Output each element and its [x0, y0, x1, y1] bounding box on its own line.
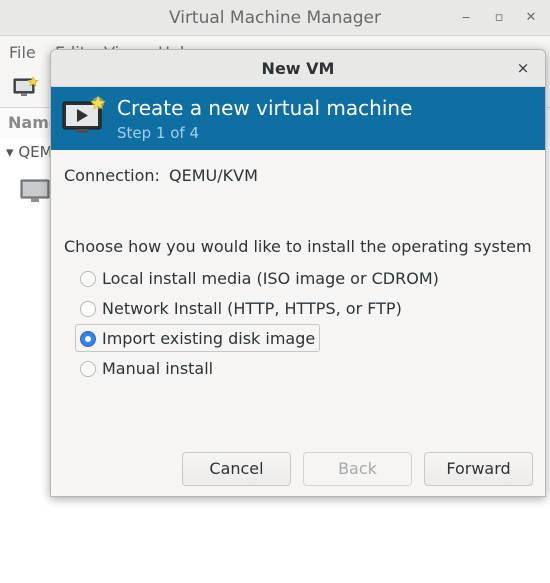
minimize-icon[interactable]: ‒ — [456, 8, 476, 28]
radio-label: Local install media (ISO image or CDROM) — [102, 269, 439, 288]
radio-label: Manual install — [102, 359, 214, 378]
cancel-button[interactable]: Cancel — [182, 452, 291, 486]
radio-local-install-media[interactable]: Local install media (ISO image or CDROM) — [75, 264, 444, 292]
radio-label: Import existing disk image — [102, 329, 316, 348]
install-method-prompt: Choose how you would like to install the… — [64, 237, 532, 256]
radio-button[interactable] — [80, 360, 96, 377]
connection-info: Connection: QEMU/KVM — [64, 166, 258, 185]
close-icon[interactable]: ✕ — [521, 8, 541, 28]
dialog-title: New VM — [261, 59, 335, 78]
new-vm-icon[interactable] — [13, 76, 39, 98]
dialog-titlebar: New VM × — [51, 50, 545, 87]
vm-monitor-icon — [20, 179, 50, 202]
radio-label: Network Install (HTTP, HTTPS, or FTP) — [102, 299, 402, 318]
connection-label: Connection: — [64, 166, 160, 185]
close-icon[interactable]: × — [513, 58, 533, 78]
radio-network-install[interactable]: Network Install (HTTP, HTTPS, or FTP) — [75, 294, 407, 322]
menu-file[interactable]: File — [9, 43, 36, 62]
back-button[interactable]: Back — [303, 452, 412, 486]
radio-import-disk-image[interactable]: Import existing disk image — [75, 324, 321, 352]
new-vm-banner-icon — [62, 95, 106, 133]
connection-value: QEMU/KVM — [169, 166, 258, 185]
main-window-titlebar: Virtual Machine Manager ‒ ▫ ✕ — [0, 0, 550, 36]
radio-button-selected[interactable] — [80, 330, 96, 347]
new-vm-dialog: New VM × Create a new virtual machine St… — [50, 49, 546, 497]
radio-button[interactable] — [80, 300, 96, 317]
banner-title: Create a new virtual machine — [117, 96, 413, 120]
maximize-icon[interactable]: ▫ — [489, 8, 509, 28]
banner-step: Step 1 of 4 — [117, 124, 200, 142]
radio-button[interactable] — [80, 270, 96, 287]
radio-manual-install[interactable]: Manual install — [75, 354, 218, 382]
forward-button[interactable]: Forward — [424, 452, 533, 486]
wizard-banner: Create a new virtual machine Step 1 of 4 — [51, 87, 545, 150]
